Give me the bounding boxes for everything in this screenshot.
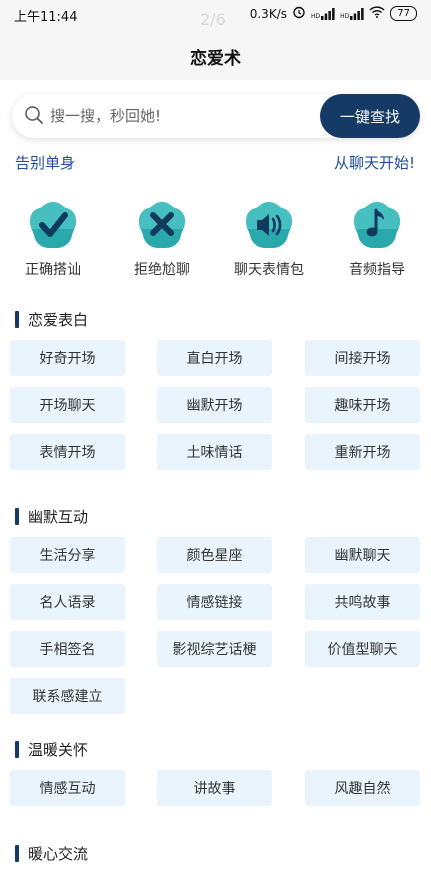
section-marker bbox=[15, 845, 19, 862]
section-title-text: 温暖关怀 bbox=[28, 741, 89, 759]
section-marker bbox=[15, 508, 19, 525]
tagline-left: 告别单身 bbox=[15, 154, 76, 172]
chip-film-variety-memes[interactable]: 影视综艺话梗 bbox=[157, 631, 272, 667]
cross-icon bbox=[135, 198, 189, 252]
status-time: 上午11:44 bbox=[14, 10, 78, 25]
section-title-humor-interaction: 幽默互动 bbox=[15, 506, 88, 527]
section-title-text: 恋爱表白 bbox=[28, 311, 89, 329]
chip-cheesy-lines[interactable]: 土味情话 bbox=[157, 434, 272, 470]
chip-resonance-story[interactable]: 共鸣故事 bbox=[305, 584, 420, 620]
chip-restart-opening[interactable]: 重新开场 bbox=[305, 434, 420, 470]
chip-famous-quotes[interactable]: 名人语录 bbox=[10, 584, 125, 620]
feature-label: 音频指导 bbox=[349, 262, 405, 278]
feature-no-awkward-chat[interactable]: 拒绝尬聊 bbox=[112, 198, 212, 279]
feature-label: 正确搭讪 bbox=[25, 262, 81, 278]
signal-label: HD bbox=[340, 12, 350, 20]
chip-curious-opening[interactable]: 好奇开场 bbox=[10, 340, 125, 376]
page-indicator: 2/6 bbox=[200, 10, 226, 29]
section-title-heartwarming-talk: 暖心交流 bbox=[15, 843, 88, 864]
chip-emoji-opening[interactable]: 表情开场 bbox=[10, 434, 125, 470]
battery-icon: 77 bbox=[390, 6, 417, 21]
net-speed: 0.3K/s bbox=[249, 6, 287, 21]
section-marker bbox=[15, 311, 19, 328]
chip-color-zodiac[interactable]: 颜色星座 bbox=[157, 537, 272, 573]
signal-icon: HD bbox=[310, 7, 335, 20]
section-title-warm-care: 温暖关怀 bbox=[15, 739, 88, 760]
nav-bar: 恋爱术 bbox=[0, 28, 431, 80]
signal-icon-2: HD bbox=[340, 7, 364, 20]
chip-humor-opening[interactable]: 幽默开场 bbox=[157, 387, 272, 423]
chip-opening-chat[interactable]: 开场聊天 bbox=[10, 387, 125, 423]
chip-build-connection[interactable]: 联系感建立 bbox=[10, 678, 125, 714]
tagline-right: 从聊天开始! bbox=[333, 154, 415, 172]
section-marker bbox=[15, 741, 19, 758]
chip-tell-story[interactable]: 讲故事 bbox=[157, 770, 272, 806]
music-note-icon bbox=[350, 198, 404, 252]
chip-witty-natural[interactable]: 风趣自然 bbox=[305, 770, 420, 806]
page-title: 恋爱术 bbox=[190, 49, 241, 69]
feature-audio-guide[interactable]: 音频指导 bbox=[327, 198, 427, 279]
search-icon bbox=[24, 105, 44, 125]
section-title-text: 幽默互动 bbox=[28, 508, 89, 526]
wifi-icon bbox=[369, 6, 385, 21]
section-title-love-confession: 恋爱表白 bbox=[15, 309, 88, 330]
feature-label: 拒绝尬聊 bbox=[134, 262, 190, 278]
status-icons: 0.3K/s HD HD 77 bbox=[250, 5, 417, 22]
search-button[interactable]: 一键查找 bbox=[320, 94, 420, 138]
alarm-icon bbox=[292, 5, 306, 22]
chip-emotional-interaction[interactable]: 情感互动 bbox=[10, 770, 125, 806]
chip-emotional-link[interactable]: 情感链接 bbox=[157, 584, 272, 620]
search-bar: 一键查找 bbox=[12, 94, 420, 138]
chip-value-chat[interactable]: 价值型聊天 bbox=[305, 631, 420, 667]
feature-label: 聊天表情包 bbox=[234, 262, 304, 278]
chip-direct-opening[interactable]: 直白开场 bbox=[157, 340, 272, 376]
chip-fun-opening[interactable]: 趣味开场 bbox=[305, 387, 420, 423]
section-title-text: 暖心交流 bbox=[28, 845, 89, 863]
check-icon bbox=[26, 198, 80, 252]
search-input[interactable] bbox=[50, 102, 320, 130]
speaker-icon bbox=[242, 198, 296, 252]
chip-humor-chat[interactable]: 幽默聊天 bbox=[305, 537, 420, 573]
feature-chat-stickers[interactable]: 聊天表情包 bbox=[219, 198, 319, 279]
chip-palm-signature[interactable]: 手相签名 bbox=[10, 631, 125, 667]
chip-life-sharing[interactable]: 生活分享 bbox=[10, 537, 125, 573]
signal-label: HD bbox=[310, 12, 321, 20]
chip-indirect-opening[interactable]: 间接开场 bbox=[305, 340, 420, 376]
status-bar: 上午11:44 2/6 0.3K/s HD HD 77 bbox=[0, 0, 431, 29]
feature-correct-approach[interactable]: 正确搭讪 bbox=[3, 198, 103, 279]
